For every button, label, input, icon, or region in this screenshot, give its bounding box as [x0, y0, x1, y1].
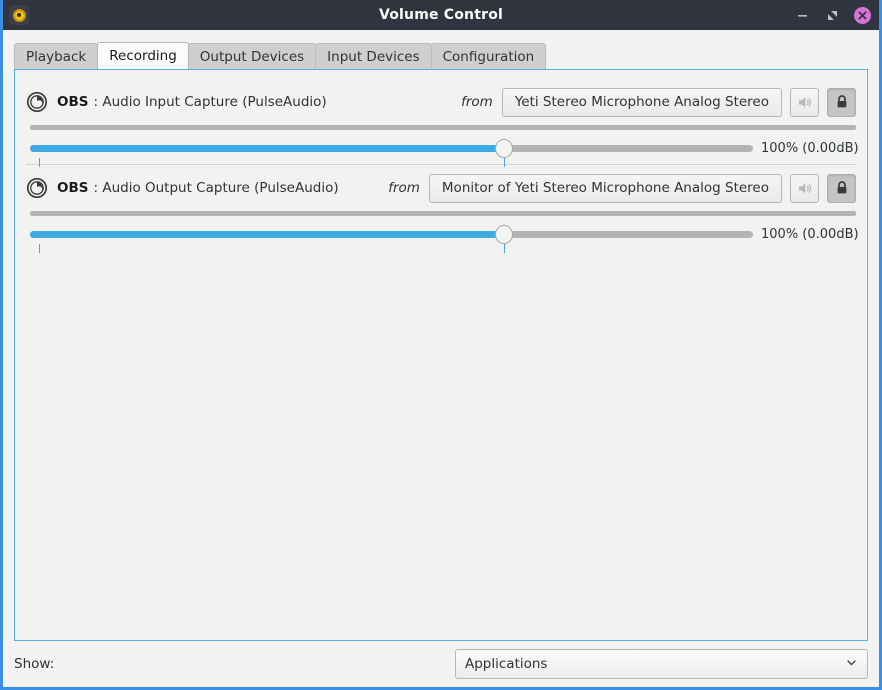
show-bar: Show: Applications	[3, 641, 879, 687]
slider-fill	[30, 231, 504, 238]
mute-button[interactable]	[790, 173, 819, 203]
obs-icon	[26, 177, 48, 199]
maximize-icon[interactable]	[824, 7, 841, 24]
from-label: from	[388, 180, 420, 196]
peak-meter	[30, 125, 856, 130]
window-title: Volume Control	[378, 7, 504, 23]
device-selector-button[interactable]: Monitor of Yeti Stereo Microphone Analog…	[428, 173, 782, 203]
stream-description: : Audio Output Capture (PulseAudio)	[93, 180, 339, 196]
stream-description: : Audio Input Capture (PulseAudio)	[93, 94, 327, 110]
slider-tick-current	[503, 244, 505, 253]
stream-app-name: OBS	[57, 94, 89, 110]
tab-recording[interactable]: Recording	[97, 42, 189, 69]
peak-meter	[30, 211, 856, 216]
obs-icon	[26, 91, 48, 113]
volume-slider-row: 100% (0.00dB)	[26, 224, 859, 253]
slider-tick-min	[38, 158, 40, 167]
mute-button[interactable]	[790, 87, 819, 117]
volume-value-label: 100% (0.00dB)	[761, 140, 859, 156]
volume-slider-row: 100% (0.00dB)	[26, 138, 859, 167]
slider-fill	[30, 145, 504, 152]
stream-app-name: OBS	[57, 180, 89, 196]
volume-slider[interactable]	[30, 138, 753, 167]
stream-row: OBS : Audio Output Capture (PulseAudio) …	[26, 164, 859, 253]
tab-bar: Playback Recording Output Devices Input …	[3, 42, 879, 69]
volume-value-label: 100% (0.00dB)	[761, 226, 859, 242]
stream-row: OBS : Audio Input Capture (PulseAudio) f…	[26, 79, 859, 167]
stream-header: OBS : Audio Input Capture (PulseAudio) f…	[26, 87, 856, 117]
minimize-icon[interactable]	[794, 7, 811, 24]
slider-handle[interactable]	[494, 225, 513, 244]
slider-handle[interactable]	[494, 139, 513, 158]
lock-button[interactable]	[827, 87, 856, 117]
tab-input-devices[interactable]: Input Devices	[315, 43, 432, 69]
recording-streams-panel: OBS : Audio Input Capture (PulseAudio) f…	[14, 69, 868, 641]
slider-tick-current	[503, 158, 505, 167]
stream-header: OBS : Audio Output Capture (PulseAudio) …	[26, 173, 856, 203]
volume-slider[interactable]	[30, 224, 753, 253]
lock-button[interactable]	[827, 173, 856, 203]
close-icon[interactable]	[854, 6, 871, 24]
content-area: OBS : Audio Input Capture (PulseAudio) f…	[3, 69, 879, 641]
from-label: from	[461, 94, 493, 110]
tab-playback[interactable]: Playback	[14, 43, 99, 69]
titlebar: Volume Control	[3, 0, 879, 30]
show-dropdown[interactable]: Applications	[455, 649, 868, 679]
tab-output-devices[interactable]: Output Devices	[187, 43, 317, 69]
device-selector-button[interactable]: Yeti Stereo Microphone Analog Stereo	[501, 87, 782, 117]
window-buttons	[794, 0, 871, 30]
show-dropdown-value: Applications	[465, 656, 548, 672]
tab-configuration[interactable]: Configuration	[430, 43, 547, 69]
volume-icon	[9, 5, 29, 25]
slider-tick-min	[38, 244, 40, 253]
volume-control-window: Volume Control Playback Recording Output…	[0, 0, 882, 690]
chevron-down-icon	[845, 656, 858, 673]
show-label: Show:	[14, 656, 55, 672]
